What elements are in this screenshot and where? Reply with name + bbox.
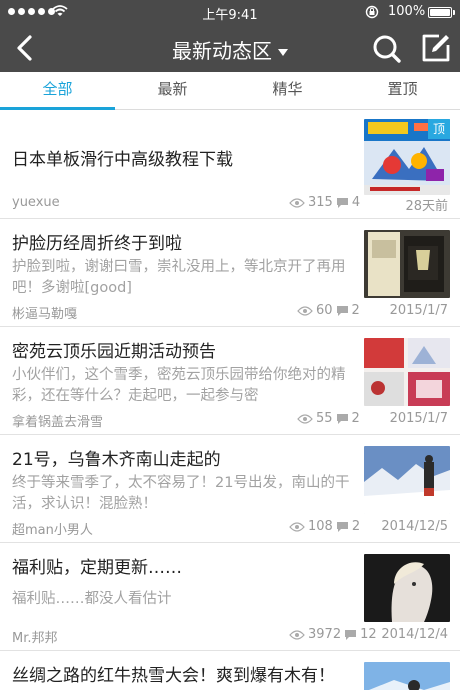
comment-icon: [336, 305, 348, 316]
post-date: 2014/12/5: [381, 519, 448, 534]
post-excerpt: 终于等来雪季了，太不容易了！21号出发，南山的干活，求认识！混脸熟！: [12, 475, 350, 512]
post-stats: 315 4: [289, 195, 360, 210]
eye-icon: [297, 305, 313, 316]
list-item[interactable]: 密苑云顶乐园近期活动预告 小伙伴们，这个雪季，密苑云顶乐园带给你绝对的精彩，还在…: [0, 327, 460, 435]
comment-icon: [336, 413, 348, 424]
post-date: 2015/1/7: [389, 411, 448, 426]
battery-icon: [428, 7, 452, 18]
view-count: 315: [308, 195, 333, 210]
post-date: 2014/12/4: [381, 627, 448, 642]
post-date: 28天前: [405, 199, 448, 214]
eye-icon: [289, 197, 305, 208]
rotation-lock-icon: [365, 5, 379, 19]
view-count: 3972: [308, 627, 342, 642]
comment-count: 4: [351, 195, 361, 210]
comment-count: 2: [351, 519, 361, 534]
chevron-down-icon: [278, 49, 288, 56]
post-title: 丝绸之路的红牛热雪大会！爽到爆有木有！: [12, 666, 335, 686]
eye-icon: [289, 521, 305, 532]
post-excerpt: 小伙伴们，这个雪季，密苑云顶乐园带给你绝对的精彩，还在等什么？走起吧，一起参与密: [12, 367, 346, 404]
list-item[interactable]: 福利贴，定期更新…… 福利贴……都没人看估计 Mr.邦邦 3972 12 201…: [0, 543, 460, 651]
post-stats: 108 2: [289, 519, 360, 534]
post-author: 彬逼马勒嘎: [12, 307, 78, 322]
post-thumbnail: [364, 338, 450, 406]
post-stats: 60 2: [297, 303, 360, 318]
comment-count: 12: [360, 627, 377, 642]
post-excerpt: 福利贴……都没人看估计: [12, 591, 172, 607]
post-thumbnail: [364, 554, 450, 622]
tab-pinned[interactable]: 置顶: [345, 72, 460, 109]
view-count: 55: [316, 411, 333, 426]
battery-percent: 100%: [388, 4, 426, 19]
post-author: Mr.邦邦: [12, 631, 58, 646]
post-author: 超man小男人: [12, 523, 93, 538]
tab-bar: 全部 最新 精华 置顶: [0, 72, 460, 110]
nav-bar: 最新动态区: [0, 24, 460, 72]
list-item[interactable]: 护脸历经周折终于到啦 护脸到啦，谢谢曰雪，崇礼没用上，等北京开了再用吧！多谢啦[…: [0, 219, 460, 327]
page-title: 最新动态区: [172, 39, 272, 63]
compose-icon[interactable]: [421, 33, 451, 63]
status-bar: 上午9:41 100%: [0, 0, 460, 24]
comment-icon: [345, 629, 357, 640]
comment-icon: [336, 197, 348, 208]
view-count: 60: [316, 303, 333, 318]
post-title: 护脸历经周折终于到啦: [12, 234, 182, 254]
post-thumbnail: [364, 230, 450, 298]
post-title: 21号，乌鲁木齐南山走起的: [12, 450, 221, 470]
post-date: 2015/1/7: [389, 303, 448, 318]
comment-icon: [336, 521, 348, 532]
view-count: 108: [308, 519, 333, 534]
tab-latest[interactable]: 最新: [115, 72, 230, 109]
tab-featured[interactable]: 精华: [230, 72, 345, 109]
post-title: 福利贴，定期更新……: [12, 558, 182, 578]
post-author: 拿着锅盖去滑雪: [12, 415, 104, 430]
post-stats: 55 2: [297, 411, 360, 426]
tab-all[interactable]: 全部: [0, 72, 115, 110]
post-stats: 3972 12: [289, 627, 377, 642]
post-list: 顶 日本单板滑行中高级教程下载 yuexue 315 4 28天前 护脸历经周折…: [0, 111, 460, 690]
eye-icon: [289, 629, 305, 640]
search-icon[interactable]: [372, 34, 402, 64]
post-excerpt: 护脸到啦，谢谢曰雪，崇礼没用上，等北京开了再用吧！多谢啦[good]: [12, 259, 346, 296]
comment-count: 2: [351, 303, 360, 318]
eye-icon: [297, 413, 313, 424]
post-thumbnail: [364, 662, 450, 690]
post-thumbnail: [364, 446, 450, 514]
list-item[interactable]: 21号，乌鲁木齐南山走起的 终于等来雪季了，太不容易了！21号出发，南山的干活，…: [0, 435, 460, 543]
post-title: 日本单板滑行中高级教程下载: [12, 150, 233, 170]
post-thumbnail: 顶: [364, 119, 450, 195]
comment-count: 2: [351, 411, 360, 426]
list-item[interactable]: 丝绸之路的红牛热雪大会！爽到爆有木有！: [0, 651, 460, 690]
pinned-badge: 顶: [428, 119, 450, 139]
list-item[interactable]: 顶 日本单板滑行中高级教程下载 yuexue 315 4 28天前: [0, 111, 460, 219]
post-author: yuexue: [12, 195, 60, 210]
post-title: 密苑云顶乐园近期活动预告: [12, 342, 216, 362]
